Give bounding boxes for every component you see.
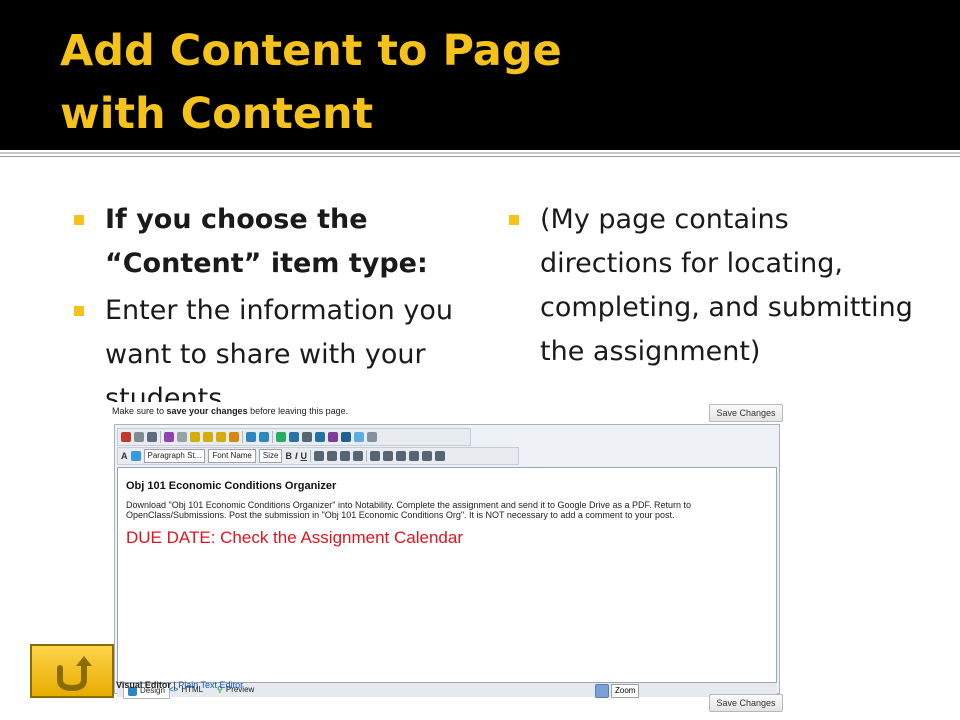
cut-icon[interactable]	[164, 432, 174, 442]
align-right-icon[interactable]	[339, 451, 350, 461]
find-icon[interactable]	[147, 432, 157, 442]
slide-title-line2: with Content	[60, 89, 374, 139]
paste-html-icon[interactable]	[229, 432, 239, 442]
paragraph-icon[interactable]	[434, 451, 445, 461]
print-icon[interactable]	[134, 432, 144, 442]
content-title: Obj 101 Economic Conditions Organizer	[126, 480, 337, 492]
note-prefix: Make sure to	[112, 406, 167, 416]
image-icon[interactable]	[289, 432, 299, 442]
slide-title-line1: Add Content to Page	[60, 26, 562, 76]
align-center-icon[interactable]	[326, 451, 337, 461]
save-reminder: Make sure to save your changes before le…	[112, 406, 348, 416]
toolbar-separator	[272, 431, 273, 443]
copy-icon[interactable]	[177, 432, 187, 442]
bullet-list-right: (My page contains directions for locatin…	[505, 198, 915, 377]
undo-icon[interactable]	[246, 432, 256, 442]
visual-editor-link[interactable]: Visual Editor	[116, 680, 171, 690]
outdent-icon[interactable]	[382, 451, 393, 461]
bullet-square-icon	[74, 215, 84, 225]
u-turn-arrow-icon	[57, 656, 92, 692]
bullet-text: Enter the information you want to share …	[105, 295, 453, 414]
editor-content-area[interactable]: Obj 101 Economic Conditions Organizer Do…	[117, 467, 777, 683]
toolbar-separator	[160, 431, 161, 443]
symbol-icon[interactable]	[328, 432, 338, 442]
remove-format-icon[interactable]	[302, 432, 312, 442]
bullet-text: If you choose the “Content” item type:	[105, 204, 428, 279]
table-icon[interactable]	[341, 432, 351, 442]
paste-word-icon[interactable]	[216, 432, 226, 442]
italic-button[interactable]: I	[295, 451, 298, 461]
note-suffix: before leaving this page.	[247, 406, 349, 416]
font-name-select[interactable]: Font Name	[208, 449, 256, 463]
plain-text-editor-link[interactable]: Plain Text Editor	[178, 680, 243, 690]
toolbar-separator	[365, 450, 367, 462]
bullet-item: If you choose the “Content” item type:	[70, 198, 460, 286]
highlight-color-icon[interactable]	[130, 451, 141, 461]
editor-type-links: Visual Editor | Plain Text Editor	[116, 680, 243, 690]
rich-text-editor: A Paragraph St... Font Name Size B I U O…	[114, 424, 780, 699]
editor-toolbar-row2: A Paragraph St... Font Name Size B I U	[117, 447, 519, 465]
indent-icon[interactable]	[369, 451, 380, 461]
paragraph-style-select[interactable]: Paragraph St...	[143, 449, 206, 463]
horizontal-rule-icon[interactable]	[421, 451, 432, 461]
redo-icon[interactable]	[259, 432, 269, 442]
spellcheck-icon[interactable]	[315, 432, 325, 442]
title-divider	[0, 152, 960, 154]
align-left-icon[interactable]	[313, 451, 324, 461]
editor-screenshot: Make sure to save your changes before le…	[106, 402, 786, 720]
bullet-item: (My page contains directions for locatin…	[505, 198, 915, 374]
zoom-select[interactable]: Zoom	[611, 684, 640, 698]
toolbar-separator	[309, 450, 311, 462]
bold-button[interactable]: B	[285, 451, 292, 461]
bullet-list-icon[interactable]	[408, 451, 419, 461]
paste-icon[interactable]	[190, 432, 200, 442]
font-size-select[interactable]: Size	[258, 449, 283, 463]
editor-toolbar-row1	[117, 428, 471, 446]
content-body: Download "Obj 101 Economic Conditions Or…	[126, 500, 692, 520]
clock-icon[interactable]	[354, 432, 364, 442]
bullet-list-left: If you choose the “Content” item type: E…	[70, 198, 460, 424]
save-changes-button-bottom[interactable]: Save Changes	[709, 694, 783, 712]
bullet-square-icon	[74, 306, 84, 316]
title-divider-thin	[0, 156, 960, 157]
link-icon[interactable]	[276, 432, 286, 442]
content-due-date: DUE DATE: Check the Assignment Calendar	[126, 528, 463, 547]
zoom-icon	[595, 684, 609, 698]
return-button[interactable]	[30, 644, 114, 698]
underline-button[interactable]: U	[300, 451, 307, 461]
bullet-square-icon	[509, 215, 519, 225]
title-bar: Add Content to Page with Content	[0, 0, 960, 150]
align-justify-icon[interactable]	[352, 451, 363, 461]
frame-icon[interactable]	[367, 432, 377, 442]
toolbar-separator	[242, 431, 243, 443]
font-color-icon[interactable]: A	[121, 451, 128, 461]
bullet-text: (My page contains directions for locatin…	[540, 204, 913, 367]
paste-text-icon[interactable]	[203, 432, 213, 442]
note-bold: save your changes	[166, 406, 248, 416]
numbered-list-icon[interactable]	[395, 451, 406, 461]
save-changes-button-top[interactable]: Save Changes	[709, 404, 783, 422]
pdf-icon[interactable]	[121, 432, 131, 442]
